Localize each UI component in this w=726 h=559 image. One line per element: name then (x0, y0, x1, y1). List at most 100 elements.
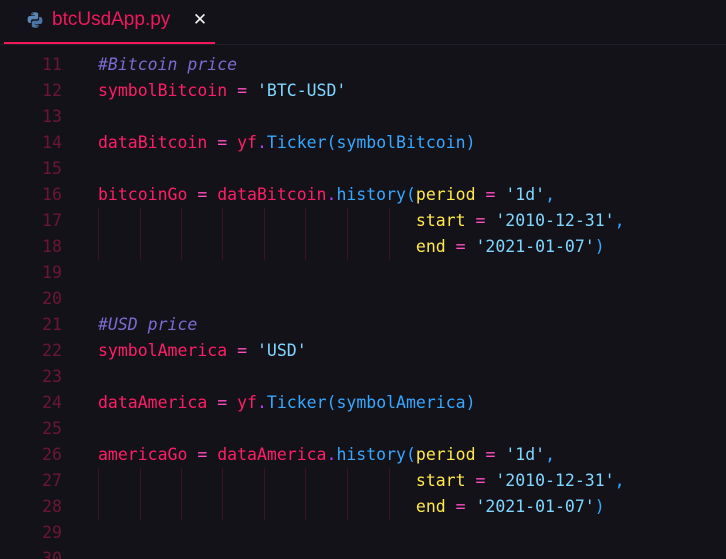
code-token: ) (594, 237, 605, 256)
line-number: 30 (42, 549, 62, 559)
code-line[interactable]: 24 dataAmerica = yf.Ticker(symbolAmerica) (0, 390, 726, 416)
code-line[interactable]: 18 end = '2021-01-07') (0, 234, 726, 260)
code-token: '2010-12-31' (495, 471, 615, 490)
code-line[interactable]: 29 (0, 520, 726, 546)
code-token: end (98, 497, 446, 516)
code-line[interactable]: 22 symbolAmerica = 'USD' (0, 338, 726, 364)
code-line[interactable]: 11 #Bitcoin price (0, 52, 726, 78)
code-token: bitcoinGo (98, 185, 188, 204)
code-editor[interactable]: 11 #Bitcoin price 12 symbolBitcoin = 'BTC-U… (0, 45, 726, 559)
code-token: = (187, 445, 218, 464)
code-token: ( (405, 185, 416, 204)
line-number: 16 (42, 185, 62, 204)
code-token: '1d' (505, 185, 546, 204)
code-token: . (256, 133, 267, 152)
code-text: start = '2010-12-31', (98, 468, 625, 494)
code-line[interactable]: 21 #USD price (0, 312, 726, 338)
code-line[interactable]: 12 symbolBitcoin = 'BTC-USD' (0, 78, 726, 104)
code-token: = (207, 133, 238, 152)
code-line[interactable]: 19 (0, 260, 726, 286)
tab-filename: btcUsdApp.py (52, 9, 171, 30)
code-text: end = '2021-01-07') (98, 494, 605, 520)
code-token: = (445, 497, 476, 516)
code-token: yf (237, 393, 257, 412)
code-line[interactable]: 23 (0, 364, 726, 390)
code-token: dataBitcoin (98, 133, 208, 152)
code-token: history (336, 185, 406, 204)
line-number: 22 (42, 341, 62, 360)
code-text: start = '2010-12-31', (98, 208, 625, 234)
code-token: ) (465, 393, 476, 412)
code-line[interactable]: 25 (0, 416, 726, 442)
code-text: #Bitcoin price (98, 52, 237, 78)
code-text: bitcoinGo = dataBitcoin.history(period =… (98, 182, 555, 208)
code-token: , (545, 445, 556, 464)
code-token: symbolAmerica (336, 393, 466, 412)
code-line[interactable]: 14 dataBitcoin = yf.Ticker(symbolBitcoin) (0, 130, 726, 156)
code-token: = (475, 185, 506, 204)
code-text: #USD price (98, 312, 197, 338)
code-line[interactable]: 28 end = '2021-01-07') (0, 494, 726, 520)
code-token: dataBitcoin (217, 185, 327, 204)
code-token: = (227, 81, 257, 100)
tab-btcusdapp[interactable]: btcUsdApp.py ✕ (4, 0, 215, 44)
close-icon[interactable]: ✕ (192, 9, 208, 31)
line-number: 24 (42, 393, 62, 412)
code-token: symbolBitcoin (336, 133, 466, 152)
code-token: period (415, 445, 476, 464)
code-line[interactable]: 30 (0, 546, 726, 559)
code-token: end (98, 237, 446, 256)
tab-bar: btcUsdApp.py ✕ (0, 0, 726, 45)
code-line[interactable]: 16 bitcoinGo = dataBitcoin.history(period… (0, 182, 726, 208)
code-line[interactable]: 20 (0, 286, 726, 312)
code-token: yf (237, 133, 257, 152)
code-token: = (227, 341, 257, 360)
code-token: , (614, 211, 625, 230)
code-token: 'USD' (256, 341, 307, 360)
line-number: 27 (42, 471, 62, 490)
code-token: , (614, 471, 625, 490)
code-line[interactable]: 15 (0, 156, 726, 182)
code-token: ( (326, 133, 337, 152)
code-token: #Bitcoin price (98, 55, 238, 74)
code-token: , (545, 185, 556, 204)
code-token: '2010-12-31' (495, 211, 615, 230)
editor-window: btcUsdApp.py ✕ 11 #Bitcoin price 12 symbolB… (0, 0, 726, 559)
code-token: start (98, 211, 466, 230)
line-number: 26 (42, 445, 62, 464)
line-number: 29 (42, 523, 62, 542)
code-token: period (415, 185, 476, 204)
code-token: start (98, 471, 466, 490)
line-number: 13 (42, 107, 62, 126)
code-text: dataBitcoin = yf.Ticker(symbolBitcoin) (98, 130, 476, 156)
line-number: 11 (42, 55, 62, 74)
line-number: 14 (42, 133, 62, 152)
line-number: 20 (42, 289, 62, 308)
code-token: dataAmerica (98, 393, 208, 412)
code-token: = (207, 393, 238, 412)
code-token: americaGo (98, 445, 188, 464)
code-token: '2021-01-07' (475, 497, 595, 516)
code-token: = (475, 445, 506, 464)
code-text: americaGo = dataAmerica.history(period =… (98, 442, 555, 468)
code-token: = (465, 471, 496, 490)
code-token: . (326, 445, 337, 464)
python-icon (26, 11, 44, 29)
code-token: = (187, 185, 218, 204)
code-token: Ticker (266, 133, 327, 152)
code-token: . (256, 393, 267, 412)
code-token: ( (326, 393, 337, 412)
code-token: = (465, 211, 496, 230)
code-token: ) (594, 497, 605, 516)
line-number: 28 (42, 497, 62, 516)
code-token: ) (465, 133, 476, 152)
code-token: symbolAmerica (98, 341, 228, 360)
code-line[interactable]: 26 americaGo = dataAmerica.history(period… (0, 442, 726, 468)
code-token: = (445, 237, 476, 256)
code-line[interactable]: 27 start = '2010-12-31', (0, 468, 726, 494)
code-token: dataAmerica (217, 445, 327, 464)
code-line[interactable]: 13 (0, 104, 726, 130)
code-token: #USD price (98, 315, 198, 334)
code-line[interactable]: 17 start = '2010-12-31', (0, 208, 726, 234)
code-text: symbolAmerica = 'USD' (98, 338, 307, 364)
